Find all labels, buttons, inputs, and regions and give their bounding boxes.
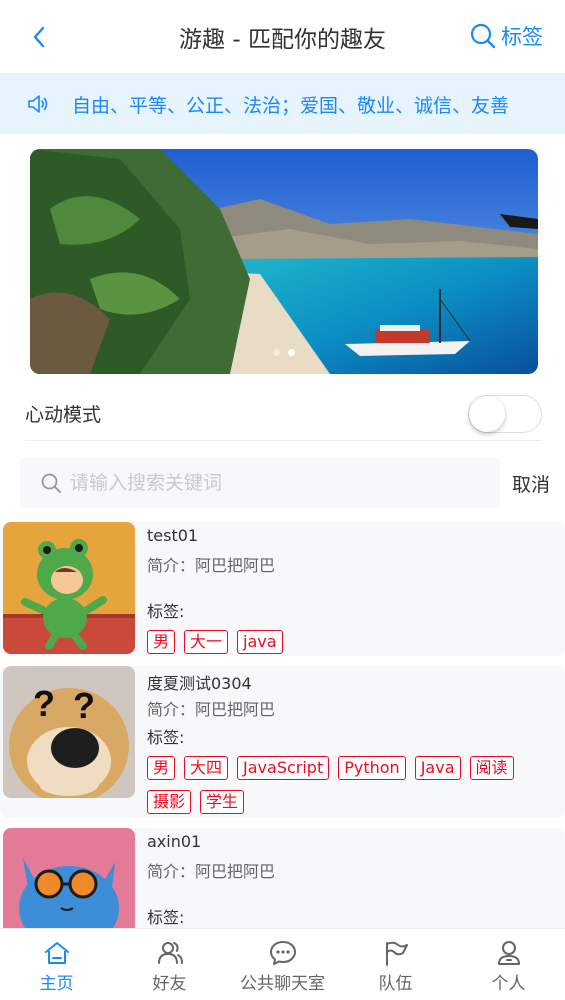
- tags-label: 标签:: [147, 602, 185, 621]
- tags-label: 标签:: [147, 728, 185, 747]
- tab-home-label: 主页: [39, 974, 74, 994]
- tag: 摄影: [147, 790, 192, 814]
- heart-mode-switch[interactable]: [468, 394, 542, 433]
- user-icon: [497, 941, 520, 965]
- banner-swipe[interactable]: [30, 149, 538, 374]
- search-input[interactable]: [70, 472, 470, 494]
- tab-friends[interactable]: 好友: [113, 929, 226, 1000]
- tag: Java: [414, 756, 461, 780]
- tab-team[interactable]: 队伍: [339, 929, 452, 1000]
- user-name: 度夏测试0304: [147, 674, 252, 693]
- banner-indicator: [30, 349, 538, 356]
- avatar-image-dog: ? ?: [3, 666, 135, 798]
- tag: 阅读: [469, 756, 514, 780]
- user-desc: 简介：阿巴把阿巴: [147, 556, 276, 575]
- tab-home[interactable]: 主页: [0, 929, 113, 1000]
- tags-label: 标签:: [147, 908, 185, 927]
- flag-icon: [385, 941, 408, 966]
- tag: 学生: [200, 790, 245, 814]
- search-box: [20, 458, 500, 508]
- tag: 大一: [184, 630, 229, 654]
- tab-bar: 主页 好友 公共聊天室 队伍 个人: [0, 928, 565, 1000]
- heart-mode-row: 心动模式: [25, 387, 542, 441]
- tag: Python: [338, 756, 406, 780]
- tab-profile[interactable]: 个人: [452, 929, 565, 1000]
- svg-text:?: ?: [73, 685, 95, 726]
- tag-list: 男 大四 JavaScript Python Java 阅读 摄影 学生: [147, 756, 555, 814]
- tab-profile-label: 个人: [491, 974, 526, 994]
- tag: java: [237, 630, 283, 654]
- user-card[interactable]: ? ? 度夏测试0304 简介：阿巴把阿巴 标签: 男 大四 JavaScrip…: [0, 666, 565, 818]
- user-card[interactable]: test01 简介：阿巴把阿巴 标签: 男 大一 java: [0, 522, 565, 656]
- tab-team-label: 队伍: [378, 974, 413, 994]
- nav-bar: 游趣 - 匹配你的趣友 标签: [0, 0, 565, 74]
- avatar-image-frog: [3, 522, 135, 654]
- heart-mode-label: 心动模式: [25, 404, 102, 426]
- user-name: test01: [147, 526, 199, 545]
- home-icon: [44, 942, 69, 964]
- tag: 男: [147, 630, 176, 654]
- chat-icon: [269, 941, 296, 965]
- user-desc: 简介：阿巴把阿巴: [147, 700, 276, 719]
- tag-search-button[interactable]: 标签: [469, 18, 543, 54]
- banner-image-beach: [30, 149, 538, 374]
- tag-list: 男 大一 java: [147, 630, 555, 654]
- tab-chat-label: 公共聊天室: [240, 974, 325, 994]
- tab-friends-label: 好友: [152, 974, 187, 994]
- tag-search-label: 标签: [501, 25, 543, 49]
- user-name: axin01: [147, 832, 202, 851]
- notice-text: 自由、平等、公正、法治；爱国、敬业、诚信、友善: [72, 94, 510, 117]
- banner-dot[interactable]: [273, 349, 280, 356]
- tag: 男: [147, 756, 176, 780]
- banner-dot-active[interactable]: [288, 349, 295, 356]
- search-icon: [470, 23, 496, 49]
- avatar: [3, 522, 135, 654]
- friends-icon: [157, 942, 183, 964]
- tab-chat[interactable]: 公共聊天室: [226, 929, 339, 1000]
- user-desc: 简介：阿巴把阿巴: [147, 862, 276, 881]
- tag: JavaScript: [237, 756, 330, 780]
- search-icon: [41, 473, 61, 493]
- switch-knob: [469, 395, 505, 432]
- speaker-icon: [28, 95, 48, 113]
- notice-bar: 自由、平等、公正、法治；爱国、敬业、诚信、友善: [0, 74, 565, 134]
- tag: 大四: [184, 756, 229, 780]
- svg-text:?: ?: [33, 683, 55, 724]
- avatar: ? ?: [3, 666, 135, 798]
- search-cancel-button[interactable]: 取消: [512, 470, 550, 497]
